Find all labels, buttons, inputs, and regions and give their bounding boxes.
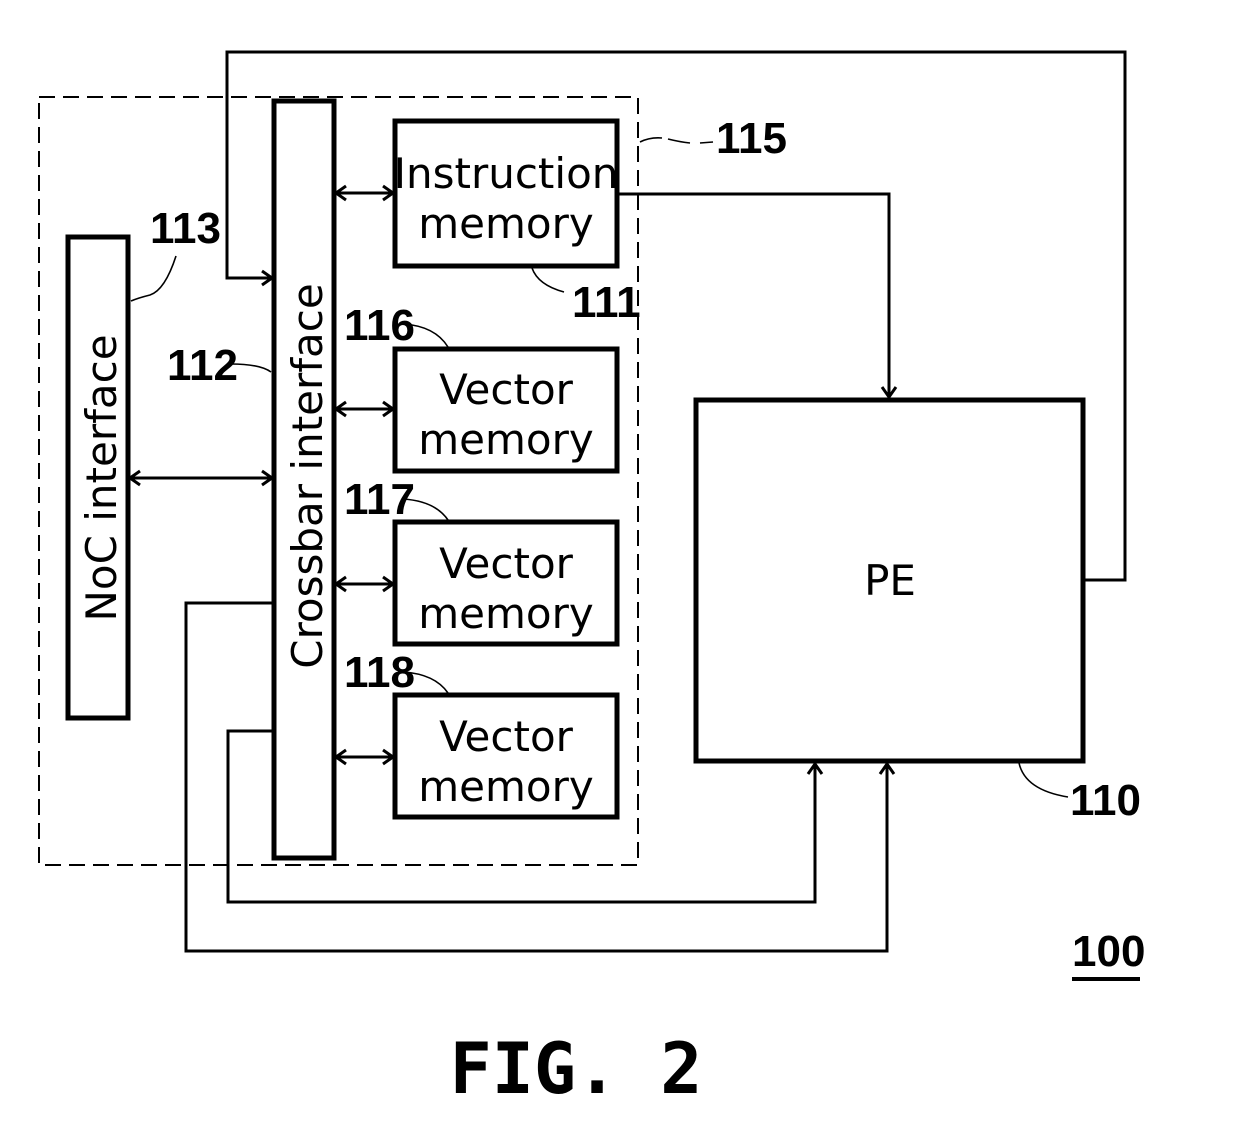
ref-116-label: 116 (344, 301, 415, 350)
noc-interface-block: NoC interface (65, 234, 131, 721)
ref-112-label: 112 (167, 341, 238, 390)
noc-crossbar-link (127, 469, 275, 487)
ref-115: 115 (639, 114, 787, 163)
crossbar-vector-memory-1-link (333, 400, 396, 418)
vector-memory-2-line1: Vector (439, 539, 574, 588)
ref-112: 112 (167, 341, 272, 390)
instruction-memory-block: Instruction memory (392, 118, 620, 269)
vector-memory-block-2: Vector memory (392, 519, 620, 647)
pe-label: PE (864, 556, 916, 605)
crossbar-instruction-memory-link (333, 184, 396, 202)
ref-111-label: 111 (572, 278, 641, 327)
pe-block: PE (693, 397, 1086, 764)
crossbar-vector-memory-2-link (333, 575, 396, 593)
vector-memory-3-line2: memory (418, 762, 594, 811)
instruction-memory-line1: Instruction (394, 149, 619, 198)
vector-memory-1-line1: Vector (439, 365, 574, 414)
instruction-memory-to-pe-link (619, 192, 898, 400)
system-ref-100: 100 (1072, 927, 1145, 981)
instruction-memory-line2: memory (418, 199, 594, 248)
vector-memory-1-line2: memory (418, 415, 594, 464)
vector-memory-block-3: Vector memory (392, 692, 620, 820)
ref-117: 117 (344, 475, 449, 524)
system-ref-label: 100 (1072, 927, 1145, 976)
ref-115-label: 115 (716, 114, 787, 163)
vector-memory-3-line1: Vector (439, 712, 574, 761)
noc-interface-label: NoC interface (77, 334, 126, 621)
crossbar-interface-block: Crossbar interface (271, 98, 337, 861)
ref-116: 116 (344, 301, 449, 350)
crossbar-vector-memory-3-link (333, 748, 396, 766)
ref-110: 110 (1018, 762, 1141, 825)
ref-111: 111 (531, 267, 641, 327)
vector-memory-block-1: Vector memory (392, 346, 620, 474)
diagram-canvas: NoC interface Crossbar interface Instruc… (38, 50, 1145, 1110)
ref-118: 118 (344, 648, 449, 697)
ref-113-label: 113 (150, 204, 221, 253)
ref-110-label: 110 (1070, 776, 1141, 825)
figure-caption: FIG. 2 (450, 1028, 703, 1110)
ref-113: 113 (130, 204, 221, 302)
crossbar-interface-label: Crossbar interface (283, 283, 332, 668)
vector-memory-2-line2: memory (418, 589, 594, 638)
